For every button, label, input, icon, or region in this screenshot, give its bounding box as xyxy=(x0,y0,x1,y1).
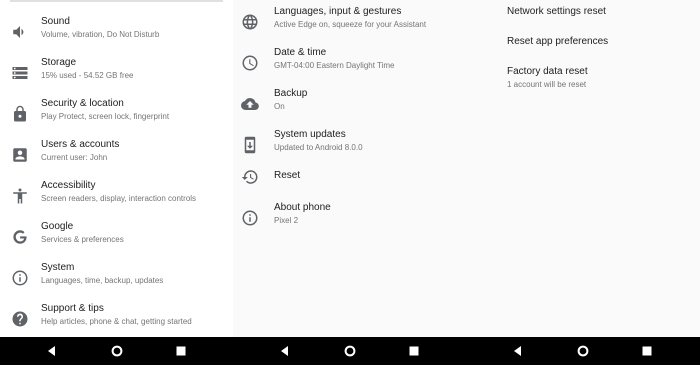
recents-button[interactable] xyxy=(633,337,661,365)
settings-item-summary: Pixel 2 xyxy=(274,216,299,225)
settings-item-summary: Volume, vibration, Do Not Disturb xyxy=(41,30,160,39)
reset-options-list: Network settings reset Reset app prefere… xyxy=(467,0,700,337)
settings-item-system-updates[interactable]: System updates Updated to Android 8.0.0 xyxy=(233,125,467,165)
settings-item-summary: Updated to Android 8.0.0 xyxy=(274,143,363,152)
settings-item-summary: 1 account will be reset xyxy=(507,80,587,89)
settings-item-title: Date & time xyxy=(274,47,327,58)
settings-item-title: Backup xyxy=(274,88,308,99)
settings-item-network-reset[interactable]: Network settings reset xyxy=(467,2,700,24)
back-icon xyxy=(48,346,55,356)
account-icon xyxy=(11,146,29,164)
globe-icon xyxy=(241,13,259,31)
home-button[interactable] xyxy=(336,337,364,365)
settings-item-reset[interactable]: Reset xyxy=(233,166,467,188)
settings-item-title: Google xyxy=(41,221,74,232)
divider xyxy=(10,0,223,2)
info-icon xyxy=(241,209,259,227)
settings-item-summary: GMT-04:00 Eastern Daylight Time xyxy=(274,61,395,70)
home-icon xyxy=(344,345,356,357)
settings-item-about-phone[interactable]: About phone Pixel 2 xyxy=(233,198,467,238)
settings-item-title: System updates xyxy=(274,129,346,140)
settings-item-summary: 15% used - 54.52 GB free xyxy=(41,71,134,80)
settings-item-summary: Languages, time, backup, updates xyxy=(41,276,164,285)
recents-button[interactable] xyxy=(167,337,195,365)
system-update-icon xyxy=(241,136,259,154)
settings-item-title: Accessibility xyxy=(41,180,96,191)
settings-item-system[interactable]: System Languages, time, backup, updates xyxy=(0,258,233,298)
cloud-upload-icon xyxy=(241,95,259,113)
settings-item-google[interactable]: Google Services & preferences xyxy=(0,217,233,257)
home-icon xyxy=(577,345,589,357)
volume-icon xyxy=(11,23,29,41)
settings-item-languages[interactable]: Languages, input & gestures Active Edge … xyxy=(233,2,467,42)
lock-icon xyxy=(11,105,29,123)
settings-item-title: Reset xyxy=(274,170,301,181)
help-icon xyxy=(11,310,29,328)
back-button[interactable] xyxy=(38,337,66,365)
recents-icon xyxy=(642,346,652,356)
home-button[interactable] xyxy=(569,337,597,365)
settings-item-title: Storage xyxy=(41,57,77,68)
settings-item-title: Network settings reset xyxy=(507,6,606,17)
settings-item-title: Users & accounts xyxy=(41,139,120,150)
home-icon xyxy=(111,345,123,357)
back-icon xyxy=(514,346,521,356)
settings-item-storage[interactable]: Storage 15% used - 54.52 GB free xyxy=(0,53,233,93)
settings-item-sound[interactable]: Sound Volume, vibration, Do Not Disturb xyxy=(0,12,233,52)
settings-item-security[interactable]: Security & location Play Protect, screen… xyxy=(0,94,233,134)
settings-item-summary: Current user: John xyxy=(41,153,108,162)
system-settings-list: Languages, input & gestures Active Edge … xyxy=(233,0,467,337)
back-icon xyxy=(281,346,288,356)
restore-icon xyxy=(241,168,259,186)
settings-item-reset-app-preferences[interactable]: Reset app preferences xyxy=(467,32,700,54)
clock-icon xyxy=(241,54,259,72)
settings-item-factory-reset[interactable]: Factory data reset 1 account will be res… xyxy=(467,62,700,102)
recents-button[interactable] xyxy=(400,337,428,365)
home-button[interactable] xyxy=(103,337,131,365)
info-icon xyxy=(11,269,29,287)
back-button[interactable] xyxy=(504,337,532,365)
settings-item-title: Security & location xyxy=(41,98,124,109)
settings-item-title: About phone xyxy=(274,202,331,213)
settings-item-title: Support & tips xyxy=(41,303,104,314)
settings-main-list: Sound Volume, vibration, Do Not Disturb … xyxy=(0,0,233,337)
navigation-bar xyxy=(0,337,700,365)
settings-item-accessibility[interactable]: Accessibility Screen readers, display, i… xyxy=(0,176,233,216)
settings-item-users-accounts[interactable]: Users & accounts Current user: John xyxy=(0,135,233,175)
settings-item-title: System xyxy=(41,262,75,273)
settings-item-title: Sound xyxy=(41,16,70,27)
settings-item-backup[interactable]: Backup On xyxy=(233,84,467,124)
settings-item-summary: Play Protect, screen lock, fingerprint xyxy=(41,112,170,121)
recents-icon xyxy=(176,346,186,356)
settings-item-summary: Screen readers, display, interaction con… xyxy=(41,194,197,203)
settings-item-title: Reset app preferences xyxy=(507,36,609,47)
google-icon xyxy=(11,228,29,246)
settings-item-support[interactable]: Support & tips Help articles, phone & ch… xyxy=(0,299,233,337)
settings-item-summary: Services & preferences xyxy=(41,235,124,244)
settings-item-summary: Active Edge on, squeeze for your Assista… xyxy=(274,20,427,29)
accessibility-icon xyxy=(11,187,29,205)
settings-item-title: Languages, input & gestures xyxy=(274,6,402,17)
settings-item-summary: Help articles, phone & chat, getting sta… xyxy=(41,317,192,326)
back-button[interactable] xyxy=(271,337,299,365)
storage-icon xyxy=(11,64,29,82)
settings-item-summary: On xyxy=(274,102,285,111)
settings-item-date-time[interactable]: Date & time GMT-04:00 Eastern Daylight T… xyxy=(233,43,467,83)
settings-item-title: Factory data reset xyxy=(507,66,588,77)
recents-icon xyxy=(409,346,419,356)
